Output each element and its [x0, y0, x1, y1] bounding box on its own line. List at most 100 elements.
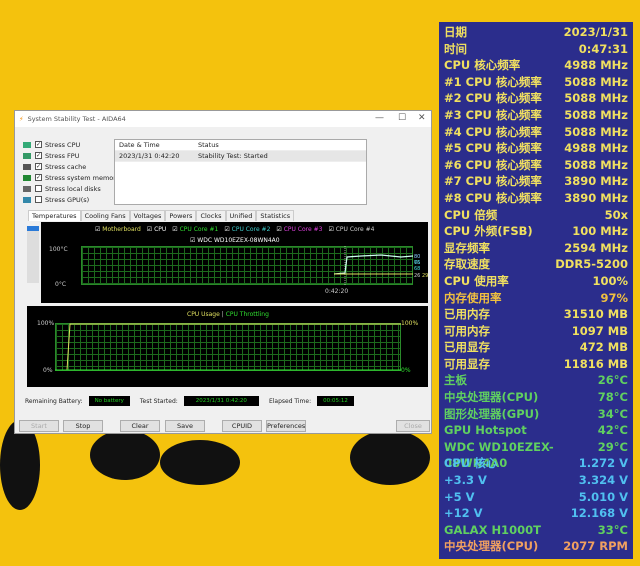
osd-label: 日期 [444, 25, 467, 39]
tab-clocks[interactable]: Clocks [196, 210, 226, 221]
stress-label: Stress GPU(s) [45, 195, 90, 204]
maximize-button[interactable]: ☐ [398, 113, 406, 123]
test-started-value: 2023/1/31 0:42:20 [183, 396, 259, 406]
osd-row: 可用内存 1097 MB [444, 323, 628, 340]
status-bar: Remaining Battery: No battery Test Starte… [25, 396, 364, 406]
table-row[interactable]: 2023/1/31 0:42:20 Stability Test: Started [115, 151, 366, 162]
osd-row: 时间 0:47:31 [444, 41, 628, 58]
osd-value: 100 MHz [572, 224, 628, 239]
stress-option[interactable]: ✓ Stress cache [23, 161, 120, 172]
background-figure [350, 430, 430, 485]
cpu-usage-chart: CPU Usage | CPU Throttling 100% 0% 100% … [27, 306, 428, 387]
osd-value: 2594 MHz [564, 240, 628, 255]
battery-value: No battery [88, 396, 130, 406]
device-icon [23, 152, 31, 159]
checkbox[interactable] [35, 185, 42, 192]
cpuid-button[interactable]: CPUID [222, 420, 262, 432]
device-icon [23, 141, 31, 148]
osd-label: CPU 倍频 [444, 207, 498, 222]
sensor-list[interactable] [27, 231, 39, 283]
osd-row: CPU 使用率 100% [444, 273, 628, 290]
close-button[interactable]: Close [396, 420, 430, 432]
legend-item[interactable]: WDC WD10EZEX-08WN4A0 [190, 237, 279, 244]
osd-label: 已用显存 [444, 340, 490, 355]
checkbox[interactable] [35, 196, 42, 203]
osd-label: +3.3 V [444, 473, 487, 488]
y-label-top-right: 100% [401, 320, 419, 327]
osd-label: GALAX H1000T [444, 522, 541, 537]
temp-value-mid: 65 68 [414, 260, 421, 272]
osd-label: 图形处理器(GPU) [444, 406, 540, 421]
tab-cooling-fans[interactable]: Cooling Fans [80, 210, 130, 221]
stress-option[interactable]: ✓ Stress CPU [23, 139, 120, 150]
checkbox[interactable]: ✓ [35, 163, 42, 170]
legend-item[interactable]: Motherboard [95, 226, 141, 233]
osd-row: 已用内存 31510 MB [444, 306, 628, 323]
osd-row: CPU 外频(FSB) 100 MHz [444, 223, 628, 240]
osd-label: +12 V [444, 506, 483, 521]
stress-label: Stress system memory [45, 173, 120, 182]
osd-row: #1 CPU 核心频率 5088 MHz [444, 74, 628, 91]
osd-row: #3 CPU 核心频率 5088 MHz [444, 107, 628, 124]
stress-option[interactable]: ✓ Stress FPU [23, 150, 120, 161]
minimize-button[interactable]: — [375, 113, 384, 123]
col-status: Status [198, 141, 219, 149]
legend-item[interactable]: CPU [147, 226, 166, 233]
osd-value: 4988 MHz [564, 141, 628, 156]
osd-value: 26°C [597, 373, 628, 388]
elapsed-value: 00:05:12 [317, 396, 354, 406]
osd-label: #2 CPU 核心频率 [444, 91, 542, 106]
preferences-button[interactable]: Preferences [266, 420, 306, 432]
osd-value: 1.272 V [578, 456, 628, 471]
aida64-logo-icon: ⚡ [19, 115, 24, 123]
osd-row: 显存频率 2594 MHz [444, 240, 628, 257]
tab-unified[interactable]: Unified [225, 210, 257, 221]
stop-button[interactable]: Stop [63, 420, 103, 432]
tab-voltages[interactable]: Voltages [129, 210, 166, 221]
osd-value: 5.010 V [578, 489, 628, 504]
osd-value: 50x [604, 207, 628, 222]
legend-item[interactable]: CPU Core #4 [328, 226, 375, 233]
osd-label: CPU 核心 [444, 456, 498, 471]
background-figure [160, 440, 240, 485]
osd-row: 日期 2023/1/31 [444, 24, 628, 41]
osd-value: DDR5-5200 [555, 257, 628, 272]
osd-label: 已用内存 [444, 307, 490, 322]
stress-label: Stress cache [45, 162, 87, 171]
osd-label: CPU 核心频率 [444, 58, 521, 73]
cpu-usage-title: CPU Usage [187, 311, 220, 318]
checkbox[interactable]: ✓ [35, 141, 42, 148]
osd-label: WDC WD10EZEX-08WN4A0 [444, 439, 554, 471]
tab-powers[interactable]: Powers [165, 210, 197, 221]
osd-label: #3 CPU 核心频率 [444, 107, 542, 122]
sensor-osd-panel: 日期 2023/1/31 时间 0:47:31 CPU 核心频率 4988 MHz #1 C… [439, 22, 633, 559]
osd-value: 5088 MHz [564, 124, 628, 139]
osd-row: #5 CPU 核心频率 4988 MHz [444, 140, 628, 157]
osd-row: #4 CPU 核心频率 5088 MHz [444, 124, 628, 141]
log-date: 2023/1/31 0:42:20 [119, 152, 180, 160]
legend-item[interactable]: CPU Core #1 [172, 226, 219, 233]
osd-value: 0:47:31 [578, 41, 628, 56]
y-label-top-left: 100% [37, 320, 55, 327]
stress-option[interactable]: ✓ Stress system memory [23, 172, 120, 183]
checkbox[interactable]: ✓ [35, 174, 42, 181]
tab-temperatures[interactable]: Temperatures [28, 210, 81, 221]
clear-button[interactable]: Clear [120, 420, 160, 432]
test-started-label: Test Started: [139, 397, 178, 405]
checkbox[interactable]: ✓ [35, 152, 42, 159]
osd-value: 31510 MB [563, 307, 628, 322]
osd-row: #2 CPU 核心频率 5088 MHz [444, 90, 628, 107]
save-button[interactable]: Save [165, 420, 205, 432]
stress-option[interactable]: Stress local disks [23, 183, 120, 194]
osd-row: GALAX H1000T 33°C [444, 522, 628, 539]
close-window-button[interactable]: ✕ [418, 113, 426, 123]
legend-item[interactable]: CPU Core #3 [276, 226, 323, 233]
stress-option[interactable]: Stress GPU(s) [23, 194, 120, 205]
tab-statistics[interactable]: Statistics [256, 210, 295, 221]
legend-item[interactable]: CPU Core #2 [224, 226, 271, 233]
osd-label: GPU Hotspot [444, 423, 527, 438]
start-button[interactable]: Start [19, 420, 59, 432]
stress-label: Stress FPU [45, 151, 80, 160]
osd-label: CPU 使用率 [444, 273, 509, 288]
osd-row: CPU 倍频 50x [444, 207, 628, 224]
